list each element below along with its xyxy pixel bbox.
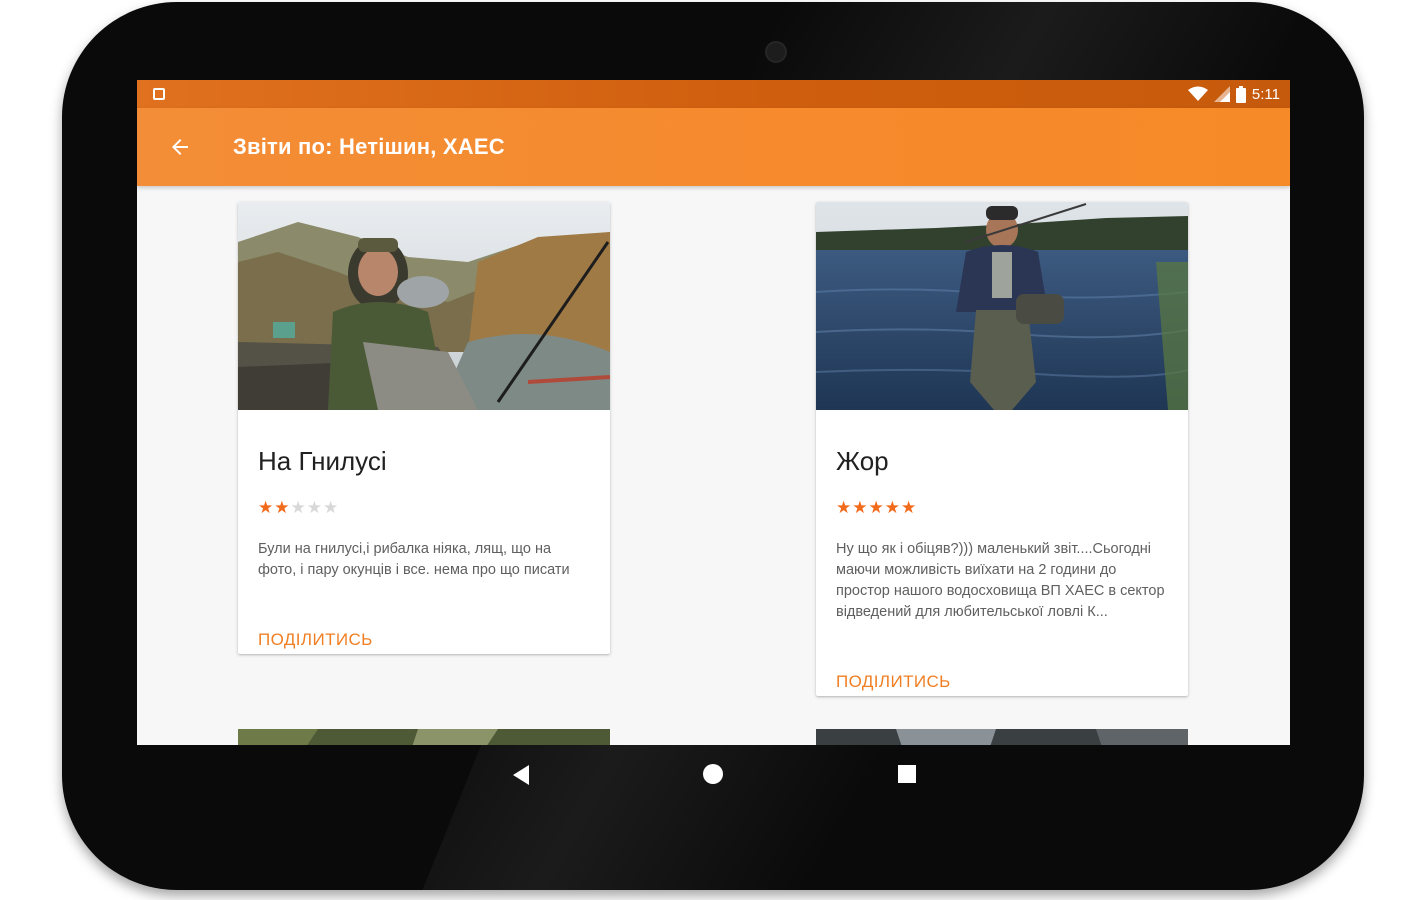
report-rating: ★ ★ ★ ★ ★ [258,498,339,518]
nav-back-icon[interactable] [509,763,533,787]
star-icon: ★ [290,498,307,517]
notification-icon [153,88,165,100]
reports-list[interactable]: На Гнилусі ★ ★ ★ ★ ★ Були на гнилусі,і рибал… [137,186,1290,745]
report-card[interactable]: На Гнилусі ★ ★ ★ ★ ★ Були на гнилусі,і рибал… [238,202,610,654]
status-time: 5:11 [1251,85,1280,103]
signal-icon [1213,86,1230,102]
page-title: Звіти по: Нетішин, ХАЕС [233,134,505,159]
report-photo[interactable] [816,202,1188,410]
nav-recents-icon[interactable] [898,765,916,783]
star-icon: ★ [836,498,853,517]
wifi-icon [1187,86,1208,101]
share-button[interactable]: ПОДІЛИТИСЬ [836,672,951,692]
report-title: Жор [836,446,889,476]
star-icon: ★ [323,498,340,517]
report-rating: ★ ★ ★ ★ ★ [836,498,917,518]
report-title: На Гнилусі [258,446,387,476]
report-card[interactable]: Жор ★ ★ ★ ★ ★ Ну що як і обіцяв?))) маленьки… [816,202,1188,696]
status-icons: 5:11 [1187,84,1280,104]
star-icon: ★ [868,498,885,517]
report-photo-peek[interactable] [816,729,1188,745]
star-icon: ★ [852,498,869,517]
share-button[interactable]: ПОДІЛИТИСЬ [258,630,373,650]
report-text: Ну що як і обіцяв?))) маленький звіт....… [836,541,1165,620]
battery-icon [1235,85,1246,103]
navigation-bar [137,745,1290,803]
device-screen: 5:11 Звіти по: Нетішин, ХАЕС На Гнилусі … [137,80,1290,745]
star-icon: ★ [884,498,901,517]
nav-home-icon[interactable] [703,764,723,784]
app-bar: Звіти по: Нетішин, ХАЕС [137,108,1290,186]
front-camera [765,41,787,63]
report-photo-peek[interactable] [238,729,610,745]
star-icon: ★ [901,498,918,517]
star-icon: ★ [258,498,275,517]
star-icon: ★ [306,498,323,517]
report-photo[interactable] [238,202,610,410]
report-text: Були на гнилусі,і рибалка ніяка, лящ, що… [258,541,570,578]
status-bar: 5:11 [137,80,1290,108]
star-icon: ★ [274,498,291,517]
arrow-back-icon[interactable] [167,135,193,159]
